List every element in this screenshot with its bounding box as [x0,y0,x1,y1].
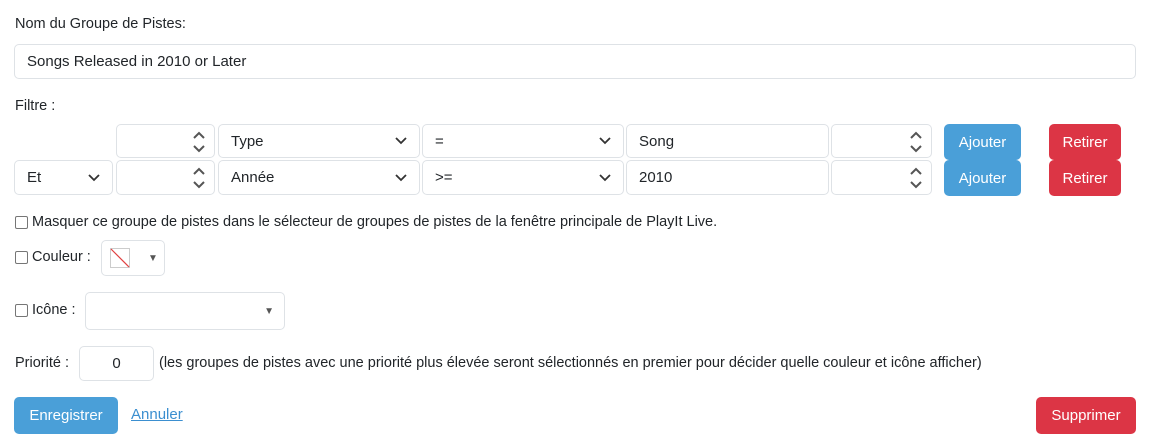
priority-input[interactable]: 0 [79,346,154,381]
open-paren-stepper[interactable] [116,124,215,158]
close-paren-stepper[interactable] [831,124,932,158]
chevron-down-icon [88,173,100,181]
chevron-down-icon [395,137,407,145]
filter-label: Filtre : [15,98,56,114]
field-select[interactable]: Type [218,124,420,158]
spinner-arrows-icon[interactable] [192,128,206,156]
icon-picker[interactable]: ▼ [85,292,285,330]
group-name-input[interactable]: Songs Released in 2010 or Later [14,44,1136,79]
cancel-link[interactable]: Annuler [131,406,183,423]
no-color-swatch-icon [110,248,130,268]
chevron-down-icon [599,173,611,181]
caret-down-icon: ▼ [264,305,274,317]
connector-select[interactable]: Et [14,160,113,195]
color-picker[interactable]: ▼ [101,240,165,276]
hide-group-checkbox[interactable] [15,216,28,229]
spinner-arrows-icon[interactable] [192,164,206,192]
icon-checkbox[interactable] [15,304,28,317]
add-filter-button[interactable]: Ajouter [944,124,1021,160]
operator-select-value: >= [435,169,453,186]
priority-label: Priorité : [15,355,69,371]
chevron-down-icon [395,173,407,181]
remove-filter-button[interactable]: Retirer [1049,160,1121,196]
field-select-value: Année [231,169,275,186]
color-label: Couleur : [32,249,91,265]
add-filter-button[interactable]: Ajouter [944,160,1021,196]
field-select-value: Type [231,132,264,150]
operator-select-value: = [435,132,444,150]
remove-filter-button[interactable]: Retirer [1049,124,1121,160]
caret-down-icon: ▼ [148,252,158,264]
hide-group-label: Masquer ce groupe de pistes dans le séle… [32,214,718,230]
priority-hint: (les groupes de pistes avec une priorité… [159,355,982,371]
delete-button[interactable]: Supprimer [1036,397,1136,434]
field-select[interactable]: Année [218,160,420,195]
save-button[interactable]: Enregistrer [14,397,118,434]
group-name-label: Nom du Groupe de Pistes: [15,16,186,32]
operator-select[interactable]: = [422,124,624,158]
value-input[interactable]: Song [626,124,829,158]
connector-select-value: Et [27,169,42,186]
icon-label: Icône : [32,302,76,318]
open-paren-stepper[interactable] [116,160,215,195]
color-checkbox[interactable] [15,251,28,264]
chevron-down-icon [599,137,611,145]
value-input[interactable]: 2010 [626,160,829,195]
spinner-arrows-icon[interactable] [909,128,923,156]
spinner-arrows-icon[interactable] [909,164,923,192]
operator-select[interactable]: >= [422,160,624,195]
close-paren-stepper[interactable] [831,160,932,195]
